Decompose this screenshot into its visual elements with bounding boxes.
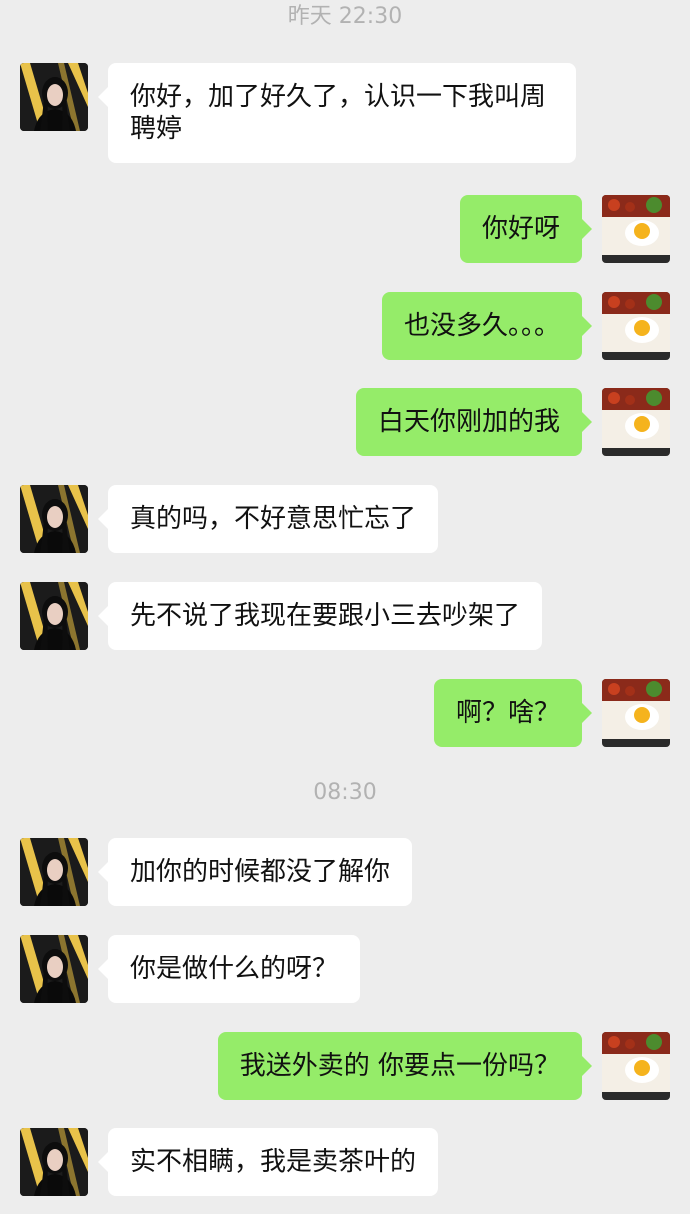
message-bubble[interactable]: 实不相瞒，我是卖茶叶的 bbox=[97, 1128, 439, 1196]
self-avatar-icon[interactable] bbox=[602, 1032, 670, 1100]
contact-avatar-icon[interactable] bbox=[20, 935, 88, 1003]
self-avatar-icon[interactable] bbox=[602, 292, 670, 360]
self-avatar-icon[interactable] bbox=[602, 388, 670, 456]
message-bubble[interactable]: 加你的时候都没了解你 bbox=[97, 838, 413, 906]
message-bubble[interactable]: 啊？啥？ bbox=[433, 679, 593, 747]
contact-avatar-icon[interactable] bbox=[20, 1128, 88, 1196]
contact-avatar-icon[interactable] bbox=[20, 582, 88, 650]
message-bubble[interactable]: 你好，加了好久了，认识一下我叫周聘婷 bbox=[98, 63, 576, 163]
message-bubble[interactable]: 也没多久。。。 bbox=[381, 292, 593, 360]
self-avatar-icon[interactable] bbox=[602, 195, 670, 263]
contact-avatar-icon[interactable] bbox=[20, 838, 88, 906]
message-bubble[interactable]: 先不说了我现在要跟小三去吵架了 bbox=[97, 582, 543, 650]
message-bubble[interactable]: 你是做什么的呀？ bbox=[97, 935, 361, 1003]
chat-window: 昨天 22:30 你好，加了好久了，认识一下我叫周聘婷 你好呀 也没多久。。。 … bbox=[0, 0, 690, 1214]
self-avatar-icon[interactable] bbox=[602, 679, 670, 747]
message-bubble[interactable]: 白天你刚加的我 bbox=[355, 388, 593, 456]
message-bubble[interactable]: 我送外卖的 你要点一份吗？ bbox=[217, 1032, 593, 1100]
contact-avatar-icon[interactable] bbox=[20, 63, 88, 131]
message-bubble[interactable]: 真的吗，不好意思忙忘了 bbox=[97, 485, 439, 553]
timestamp: 08:30 bbox=[313, 780, 377, 805]
timestamp: 昨天 22:30 bbox=[287, 4, 403, 29]
contact-avatar-icon[interactable] bbox=[20, 485, 88, 553]
message-bubble[interactable]: 你好呀 bbox=[459, 195, 593, 263]
